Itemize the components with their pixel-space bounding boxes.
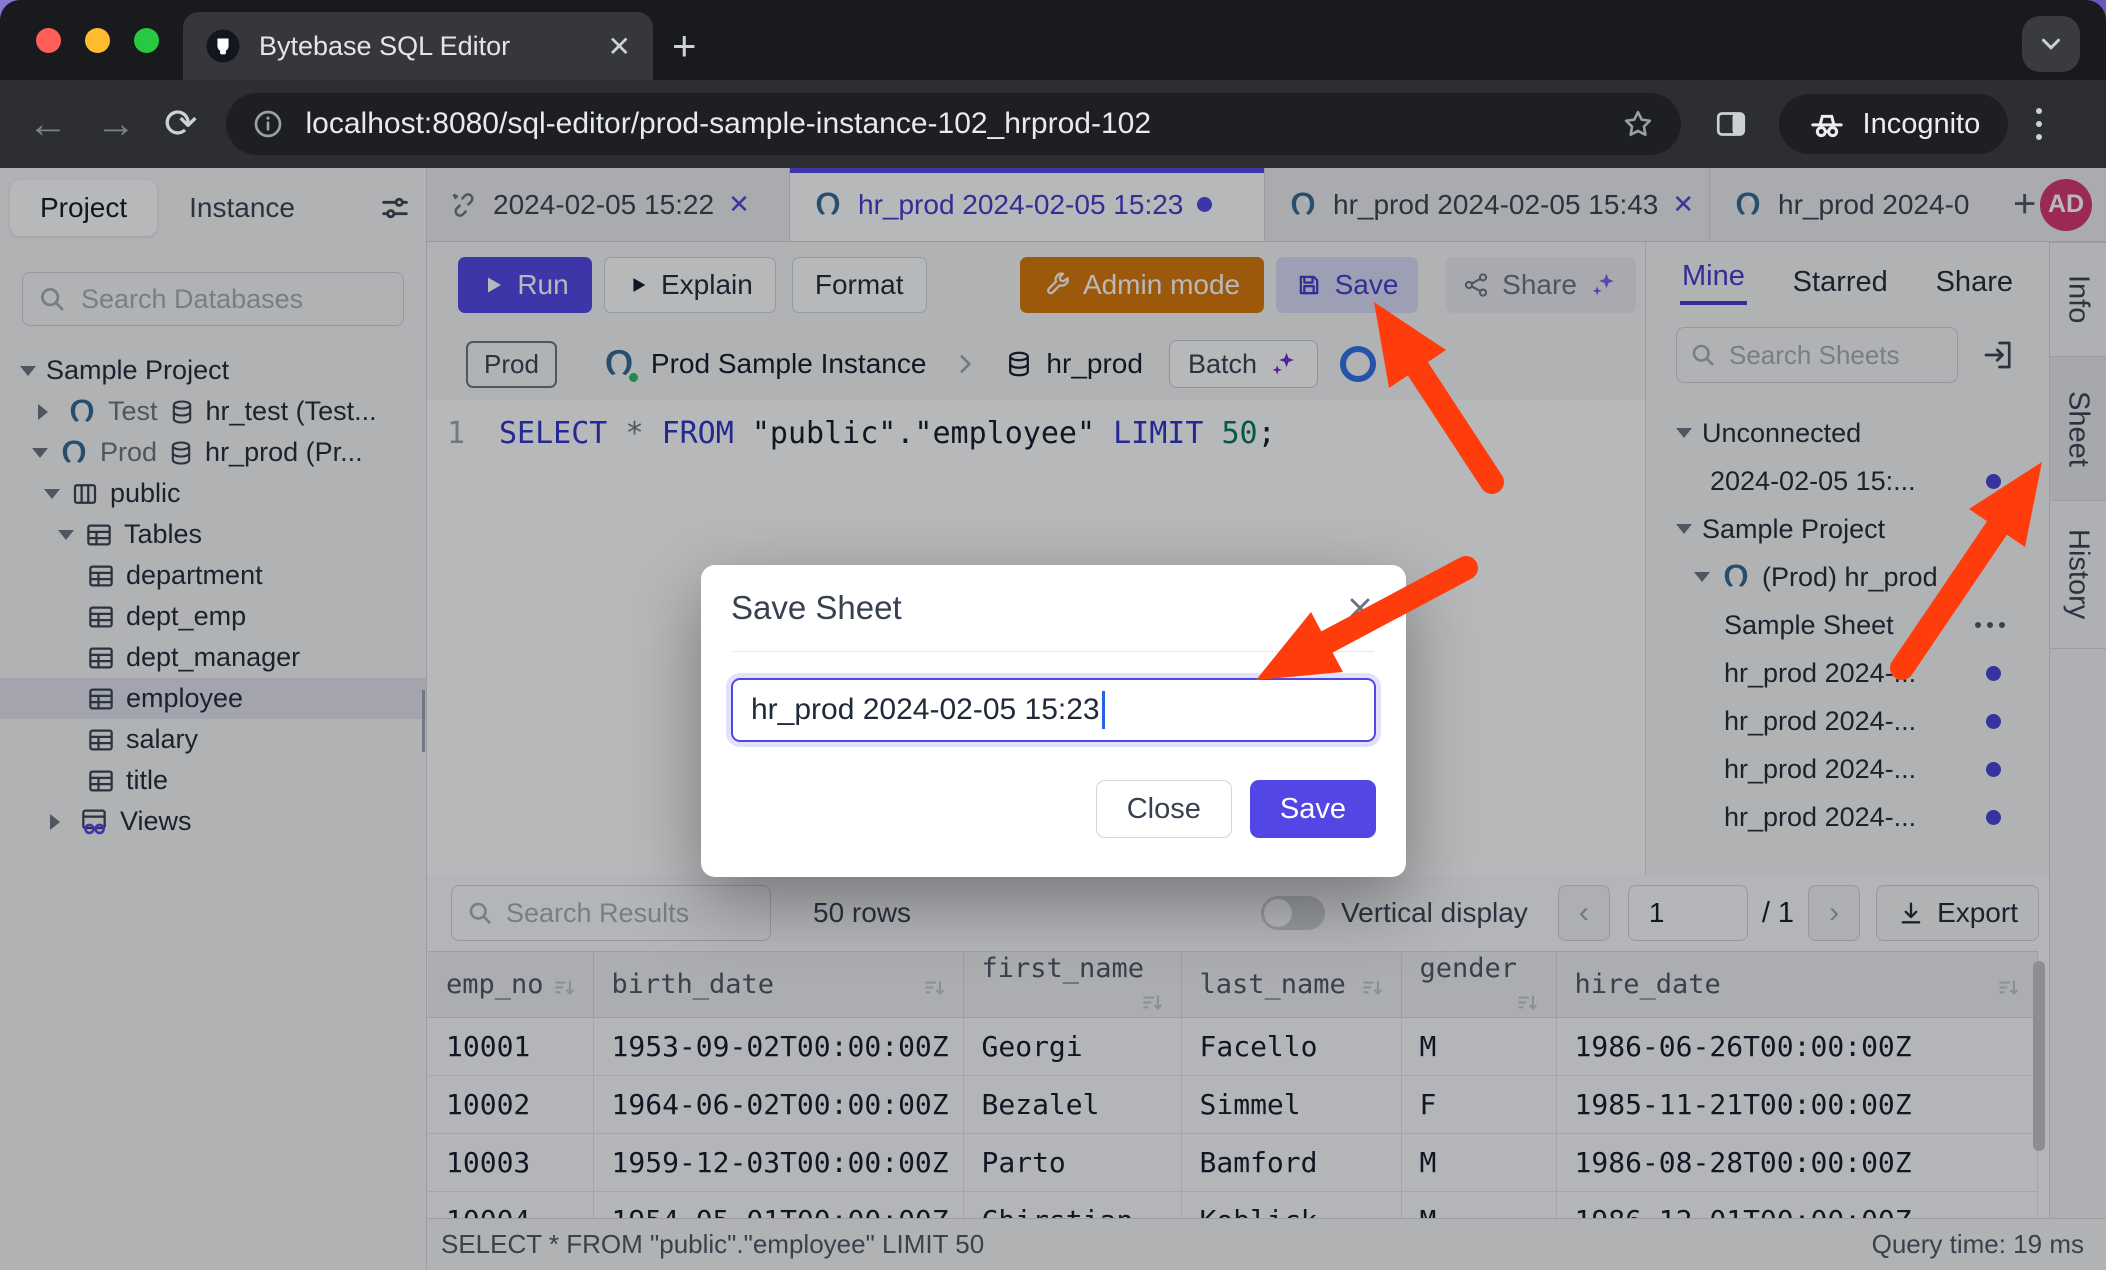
browser-tab-title: Bytebase SQL Editor (259, 31, 590, 62)
close-button[interactable]: Close (1096, 780, 1232, 838)
window-controls (36, 28, 159, 53)
forward-button[interactable]: → (96, 104, 136, 144)
tab-search-button[interactable] (2022, 16, 2080, 72)
address-bar[interactable]: localhost:8080/sql-editor/prod-sample-in… (226, 93, 1681, 155)
incognito-label: Incognito (1863, 108, 1981, 141)
close-tab-icon[interactable]: ✕ (608, 30, 631, 63)
browser-tab[interactable]: Bytebase SQL Editor ✕ (183, 12, 653, 80)
screen: Bytebase SQL Editor ✕ + ← → ⟳ localhost:… (0, 0, 2106, 1270)
save-sheet-dialog: Save Sheet hr_prod 2024-02-05 15:23 Clos… (701, 565, 1406, 877)
dialog-title: Save Sheet (731, 589, 902, 627)
browser-menu-icon[interactable] (2036, 108, 2042, 140)
reload-button[interactable]: ⟳ (164, 104, 198, 144)
close-window-button[interactable] (36, 28, 61, 53)
sheet-name-input[interactable]: hr_prod 2024-02-05 15:23 (731, 678, 1376, 742)
incognito-icon (1807, 104, 1847, 144)
new-tab-button[interactable]: + (672, 22, 697, 70)
minimize-window-button[interactable] (85, 28, 110, 53)
url-text: localhost:8080/sql-editor/prod-sample-in… (306, 107, 1599, 141)
info-icon[interactable] (252, 108, 284, 140)
browser-tabstrip: Bytebase SQL Editor ✕ + (0, 0, 2106, 80)
bytebase-favicon (205, 28, 241, 64)
bookmark-star-icon[interactable] (1621, 107, 1655, 141)
close-icon[interactable] (1344, 592, 1376, 624)
maximize-window-button[interactable] (134, 28, 159, 53)
text-caret (1102, 691, 1105, 729)
side-panel-icon[interactable] (1713, 106, 1749, 142)
chevron-down-icon (2036, 29, 2066, 59)
browser-chrome: Bytebase SQL Editor ✕ + ← → ⟳ localhost:… (0, 0, 2106, 168)
dialog-save-button[interactable]: Save (1250, 780, 1376, 838)
sheet-name-value: hr_prod 2024-02-05 15:23 (751, 693, 1100, 727)
browser-toolbar: ← → ⟳ localhost:8080/sql-editor/prod-sam… (0, 80, 2106, 168)
back-button[interactable]: ← (28, 104, 68, 144)
dialog-divider (733, 651, 1374, 652)
incognito-badge: Incognito (1779, 94, 2009, 154)
